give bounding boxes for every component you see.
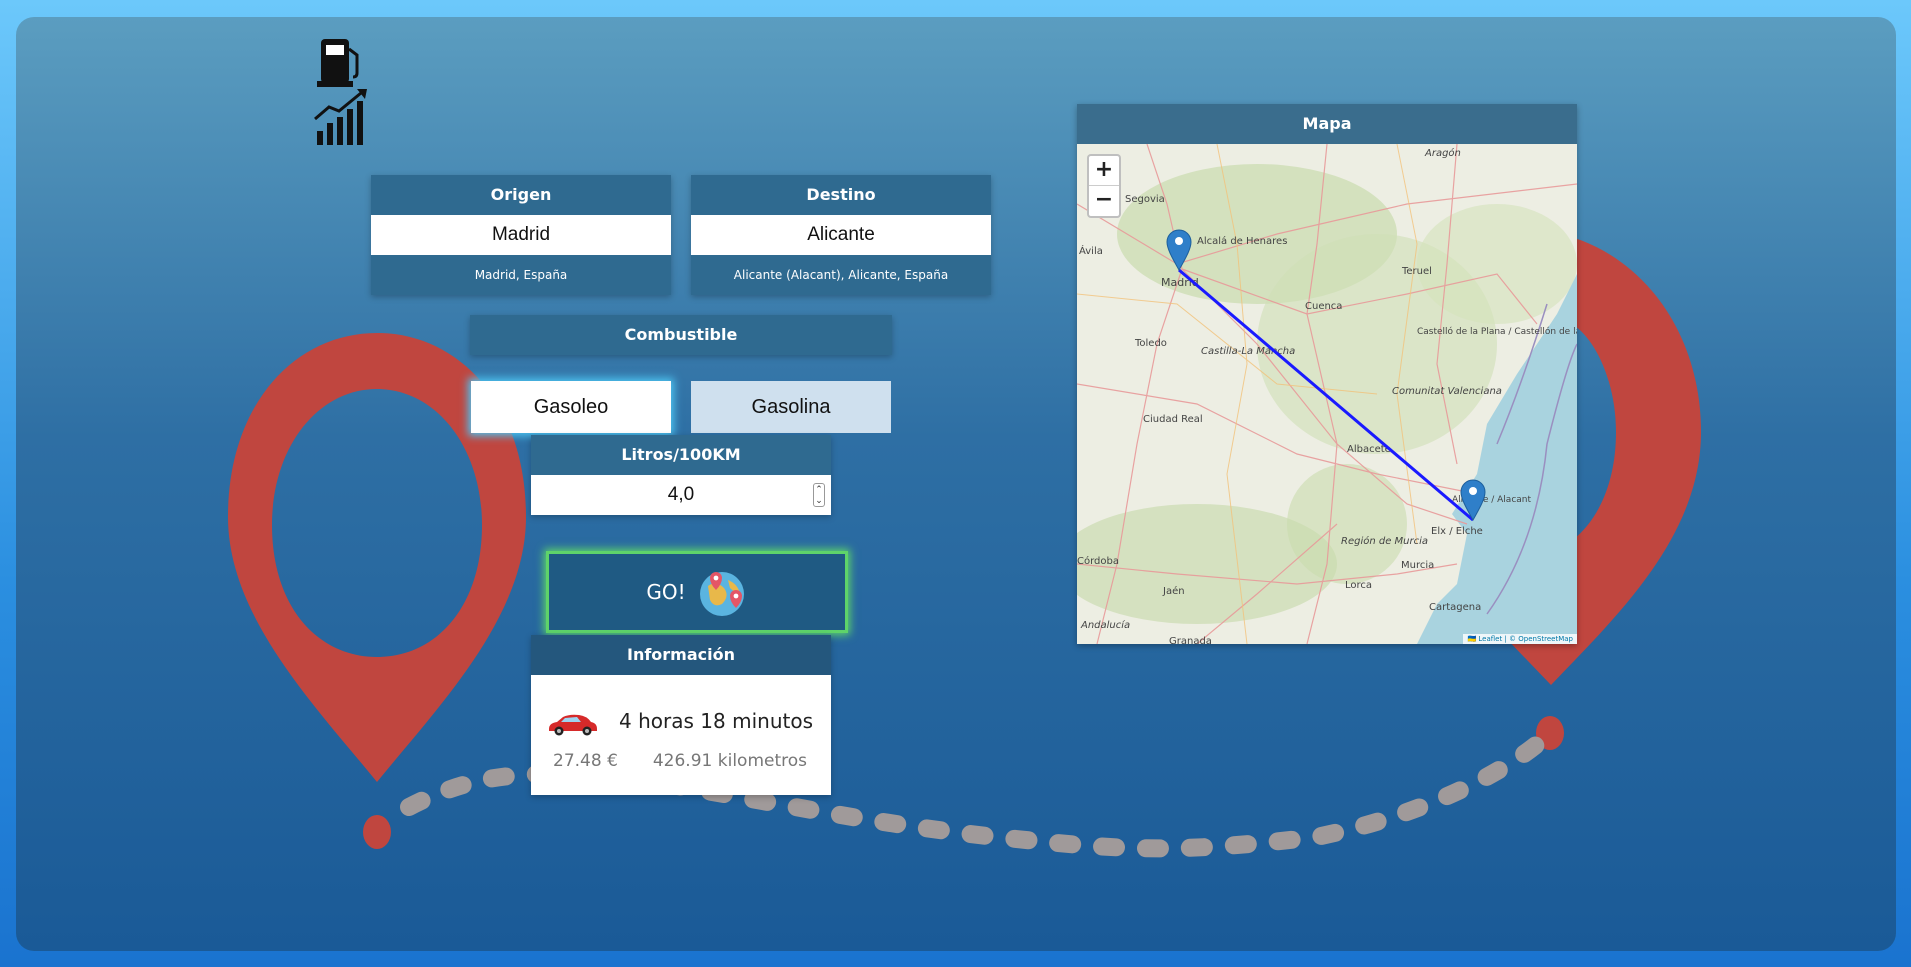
map-heading: Mapa bbox=[1077, 104, 1577, 144]
map-view[interactable]: + − Aragón Segovia Alcalá de Henares Ávi… bbox=[1077, 144, 1577, 644]
consumption-heading: Litros/100KM bbox=[531, 435, 831, 475]
go-button[interactable]: GO! bbox=[546, 551, 848, 633]
map-label-toledo: Toledo bbox=[1134, 338, 1167, 349]
map-label-region-murcia: Región de Murcia bbox=[1341, 535, 1428, 547]
map-attribution[interactable]: 🇺🇦 Leaflet | © OpenStreetMap bbox=[1463, 634, 1577, 644]
consumption-input[interactable]: 4,0 ⌃ ⌄ bbox=[531, 475, 831, 515]
zoom-out-button[interactable]: − bbox=[1089, 186, 1119, 216]
map-label-cordoba: Córdoba bbox=[1077, 555, 1119, 567]
info-body: 4 horas 18 minutos 27.48 € 426.91 kilome… bbox=[531, 675, 831, 795]
app-panel: Origen Madrid Madrid, España Destino Ali… bbox=[16, 17, 1896, 951]
map-label-cuenca: Cuenca bbox=[1305, 301, 1342, 312]
destination-input[interactable]: Alicante bbox=[691, 215, 991, 255]
left-pin-dot bbox=[363, 815, 391, 849]
map-card: Mapa + − Aragón Segovia Alcalá de Henare… bbox=[1077, 104, 1577, 644]
trip-distance: 426.91 kilometros bbox=[652, 751, 807, 771]
destination-resolved-label: Alicante (Alacant), Alicante, España bbox=[691, 255, 991, 295]
go-label: GO! bbox=[646, 580, 686, 604]
map-label-granada: Granada bbox=[1169, 636, 1212, 644]
destination-card: Destino Alicante Alicante (Alacant), Ali… bbox=[691, 175, 991, 295]
fuel-heading: Combustible bbox=[470, 315, 892, 355]
map-label-andalucia: Andalucía bbox=[1080, 619, 1130, 631]
globe-route-icon bbox=[699, 572, 744, 616]
spinner-up-icon[interactable]: ⌃ bbox=[814, 484, 824, 495]
background-decoration bbox=[228, 232, 1701, 858]
zoom-in-button[interactable]: + bbox=[1089, 156, 1119, 186]
consumption-spinner[interactable]: ⌃ ⌄ bbox=[813, 483, 825, 507]
map-label-cartagena: Cartagena bbox=[1429, 602, 1481, 613]
origin-heading: Origen bbox=[371, 175, 671, 215]
map-label-ciudad-real: Ciudad Real bbox=[1143, 414, 1203, 425]
map-label-elche: Elx / Elche bbox=[1431, 526, 1483, 537]
consumption-value: 4,0 bbox=[667, 484, 695, 505]
map-label-aragon: Aragón bbox=[1424, 147, 1461, 159]
destination-heading: Destino bbox=[691, 175, 991, 215]
trip-cost: 27.48 € bbox=[553, 751, 618, 771]
map-label-jaen: Jaén bbox=[1162, 585, 1185, 597]
info-card: Información 4 horas 18 minutos 27.48 € 4… bbox=[531, 635, 831, 795]
fuel-option-gasoleo[interactable]: Gasoleo bbox=[471, 381, 671, 433]
trip-duration: 4 horas 18 minutos bbox=[619, 709, 813, 733]
map-label-alcala: Alcalá de Henares bbox=[1197, 235, 1287, 247]
info-heading: Información bbox=[531, 635, 831, 675]
map-label-avila: Ávila bbox=[1079, 244, 1103, 257]
fuel-price-logo-icon bbox=[314, 39, 367, 145]
spinner-down-icon[interactable]: ⌄ bbox=[814, 495, 824, 506]
car-icon bbox=[549, 714, 597, 736]
fuel-card: Combustible bbox=[470, 315, 892, 355]
origin-input[interactable]: Madrid bbox=[371, 215, 671, 255]
consumption-card: Litros/100KM 4,0 ⌃ ⌄ bbox=[531, 435, 831, 515]
map-label-comunitat: Comunitat Valenciana bbox=[1392, 386, 1502, 397]
zoom-control: + − bbox=[1087, 154, 1121, 218]
fuel-option-gasolina[interactable]: Gasolina bbox=[691, 381, 891, 433]
map-tiles: Aragón Segovia Alcalá de Henares Ávila M… bbox=[1077, 144, 1577, 644]
map-label-teruel: Teruel bbox=[1401, 266, 1432, 277]
origin-resolved-label: Madrid, España bbox=[371, 255, 671, 295]
map-label-segovia: Segovia bbox=[1125, 194, 1165, 205]
origin-card: Origen Madrid Madrid, España bbox=[371, 175, 671, 295]
map-label-castello: Castelló de la Plana / Castellón de la P… bbox=[1417, 326, 1577, 337]
map-label-lorca: Lorca bbox=[1345, 580, 1372, 591]
map-label-murcia: Murcia bbox=[1401, 560, 1434, 571]
